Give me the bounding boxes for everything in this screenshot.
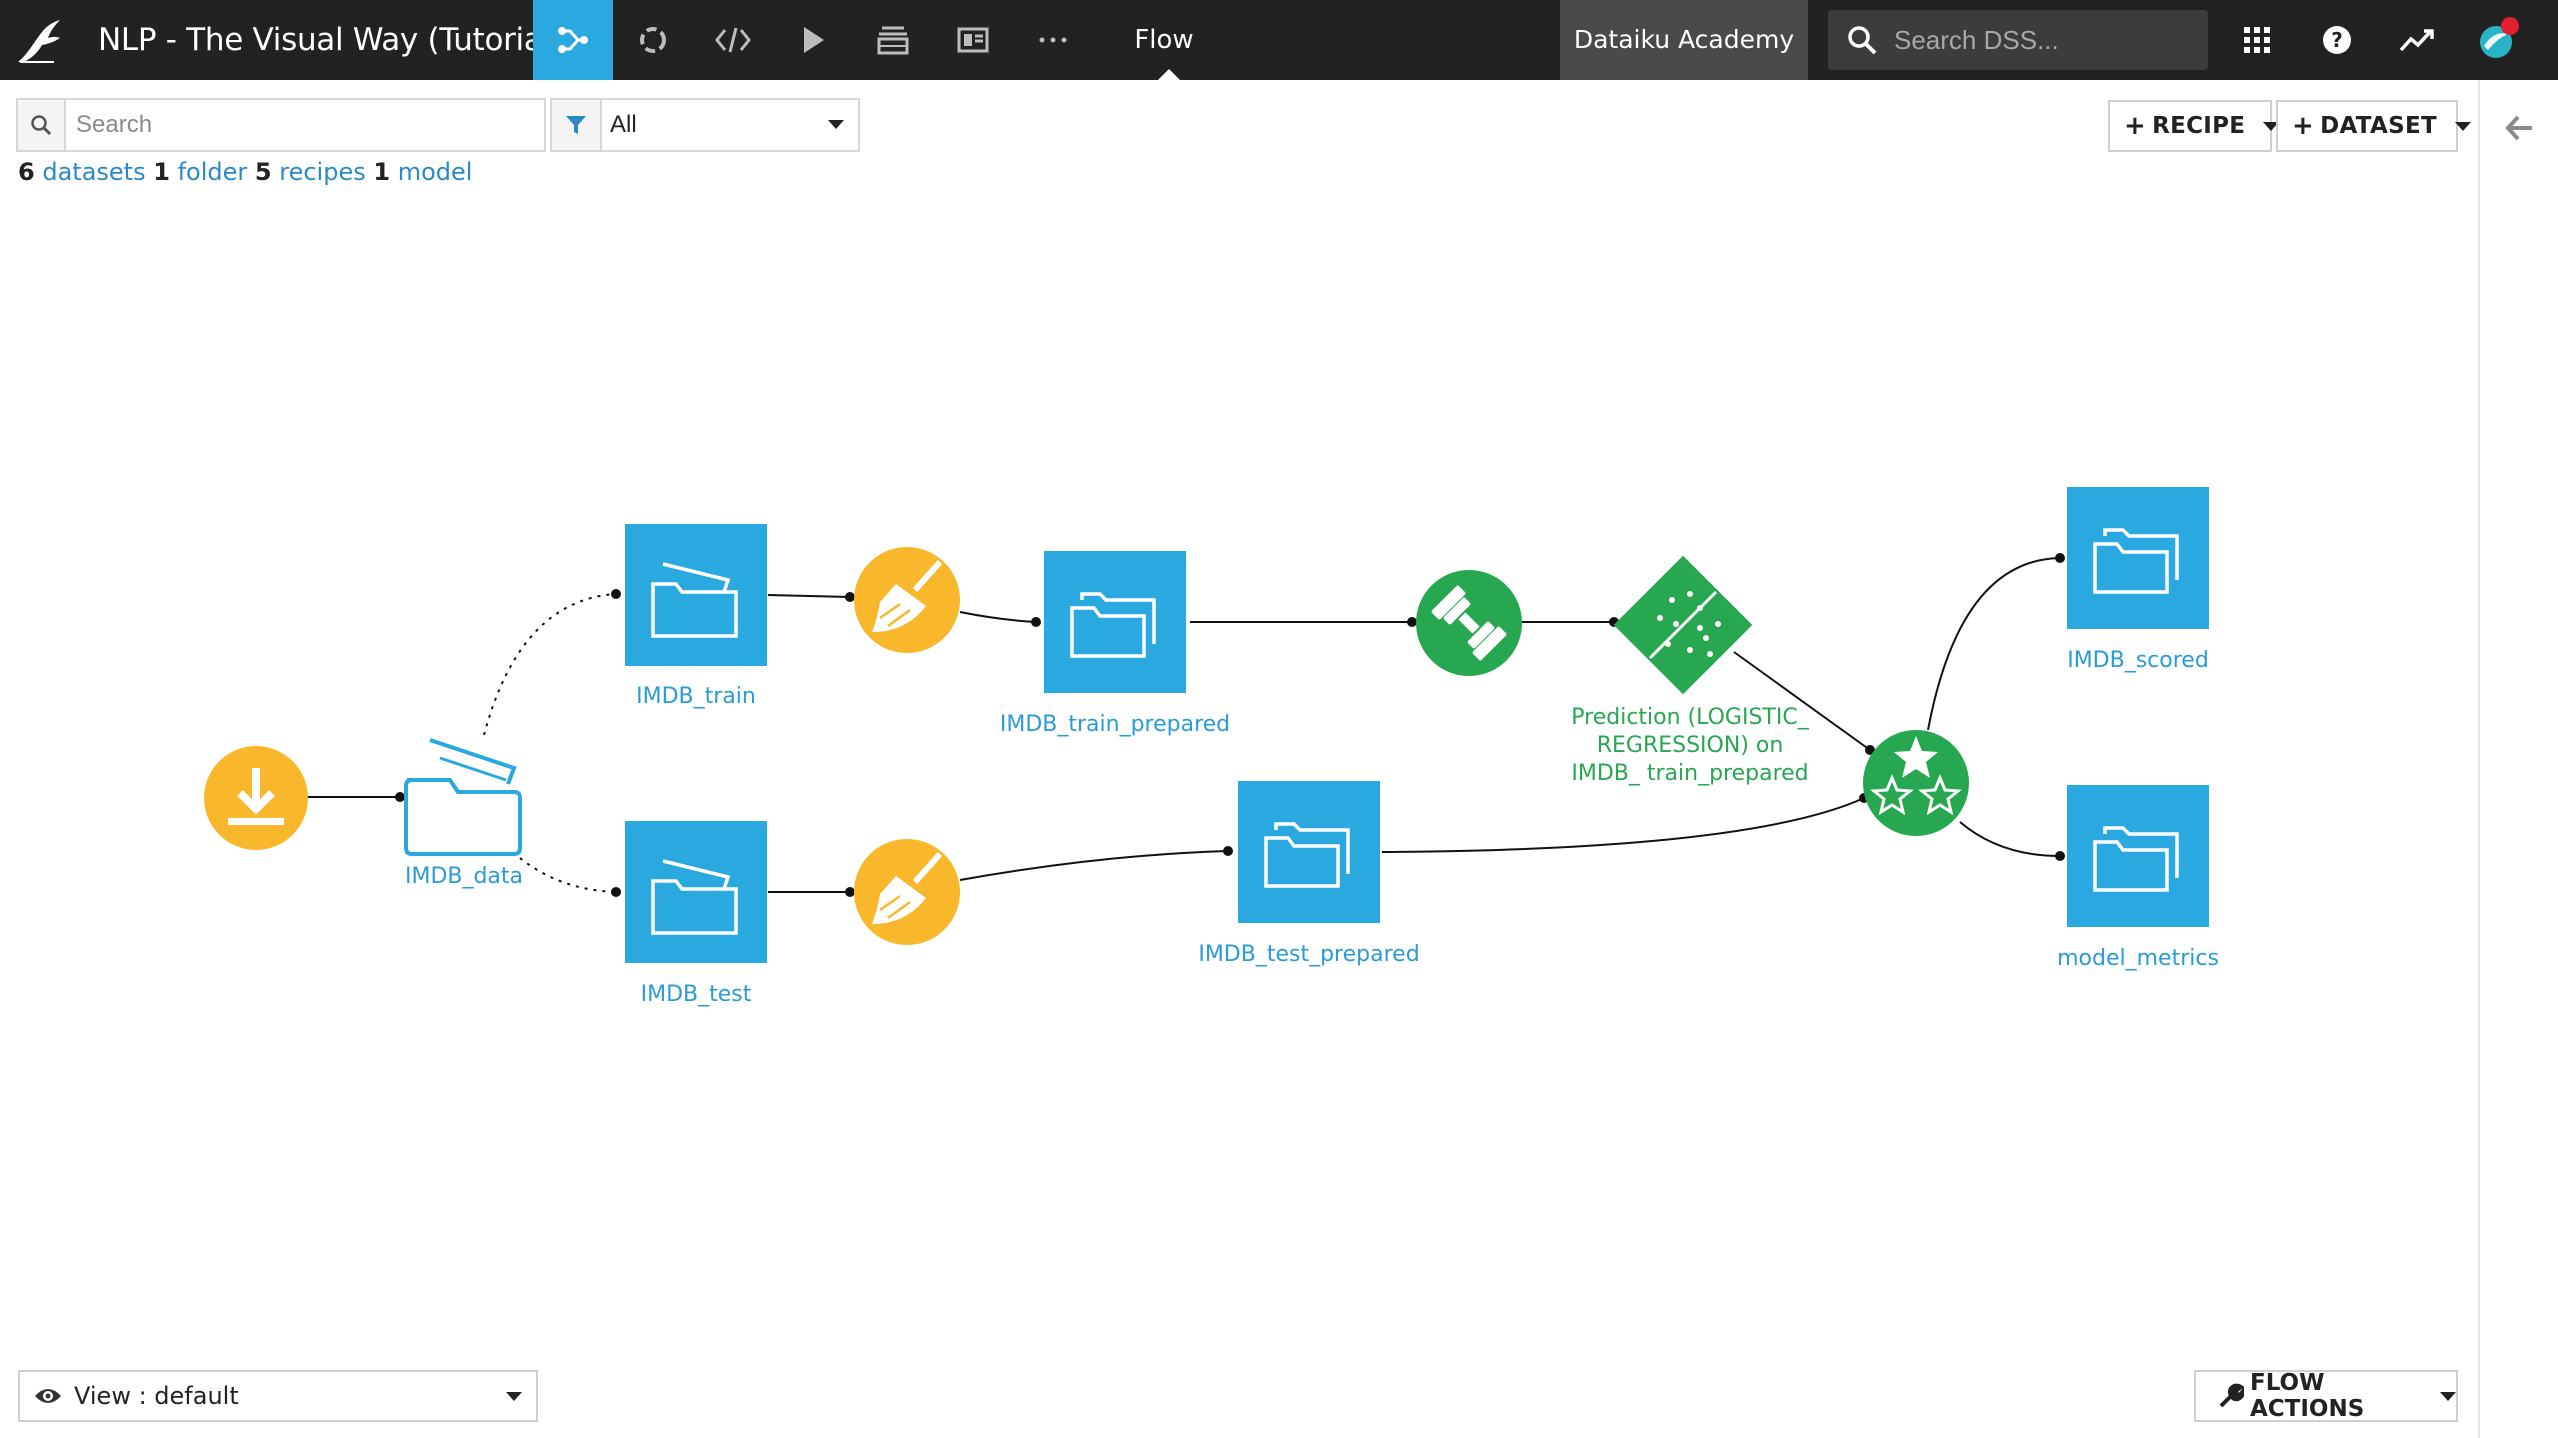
imdb-data-label[interactable]: IMDB_data xyxy=(405,864,523,889)
train-recipe-node[interactable] xyxy=(1416,570,1522,676)
view-select[interactable]: View : default xyxy=(18,1370,538,1422)
imdb-train-dataset-node[interactable] xyxy=(625,524,767,666)
flow-actions-button[interactable]: FLOW ACTIONS xyxy=(2194,1370,2458,1422)
edge-data-to-train xyxy=(483,593,617,736)
imdb-test-dataset-node[interactable] xyxy=(625,821,767,963)
edge-score-to-scored xyxy=(1927,557,2061,731)
flow-graph xyxy=(204,487,2209,963)
collapse-panel-icon[interactable] xyxy=(2504,112,2536,149)
imdb-test-prepared-label[interactable]: IMDB_test_prepared xyxy=(1198,942,1419,967)
imdb-scored-dataset-node[interactable] xyxy=(2067,487,2209,629)
edge-prep-to-train-prepared xyxy=(959,611,1037,623)
edge-score-to-metrics xyxy=(1959,821,2061,857)
model-metrics-label[interactable]: model_metrics xyxy=(2057,946,2219,971)
eye-icon xyxy=(34,1385,62,1414)
flow-actions-label: FLOW ACTIONS xyxy=(2250,1370,2365,1422)
imdb-scored-label[interactable]: IMDB_scored xyxy=(2067,648,2209,673)
chevron-down-icon xyxy=(2440,1391,2456,1401)
imdb-data-folder-node[interactable] xyxy=(404,738,522,856)
model-metrics-dataset-node[interactable] xyxy=(2067,785,2209,927)
prepare-recipe-test-node[interactable] xyxy=(854,839,960,945)
edge-test-prepared-to-score xyxy=(1381,797,1865,853)
imdb-train-prepared-dataset-node[interactable] xyxy=(1044,551,1186,693)
model-node[interactable] xyxy=(1613,555,1753,695)
imdb-train-prepared-label[interactable]: IMDB_train_prepared xyxy=(1000,712,1230,737)
chevron-down-icon xyxy=(506,1392,522,1401)
edge-prep-to-test-prepared xyxy=(959,850,1229,881)
download-recipe-node[interactable] xyxy=(204,746,308,850)
imdb-train-label[interactable]: IMDB_train xyxy=(636,684,756,709)
model-label[interactable]: Prediction (LOGISTIC_ REGRESSION) on IMD… xyxy=(1560,704,1820,788)
imdb-test-prepared-dataset-node[interactable] xyxy=(1238,781,1380,923)
app-window: NLP - The Visual Way (Tutorial) Flow Dat… xyxy=(0,0,2558,1438)
right-panel-rail xyxy=(2478,80,2558,1438)
edge-train-to-prep xyxy=(767,594,851,598)
imdb-test-label[interactable]: IMDB_test xyxy=(641,982,752,1007)
wrench-icon xyxy=(2218,1383,2244,1409)
prepare-recipe-train-node[interactable] xyxy=(854,547,960,653)
edge-data-to-test xyxy=(519,857,617,893)
score-recipe-node[interactable] xyxy=(1863,730,1969,836)
view-select-label: View : default xyxy=(74,1382,239,1410)
